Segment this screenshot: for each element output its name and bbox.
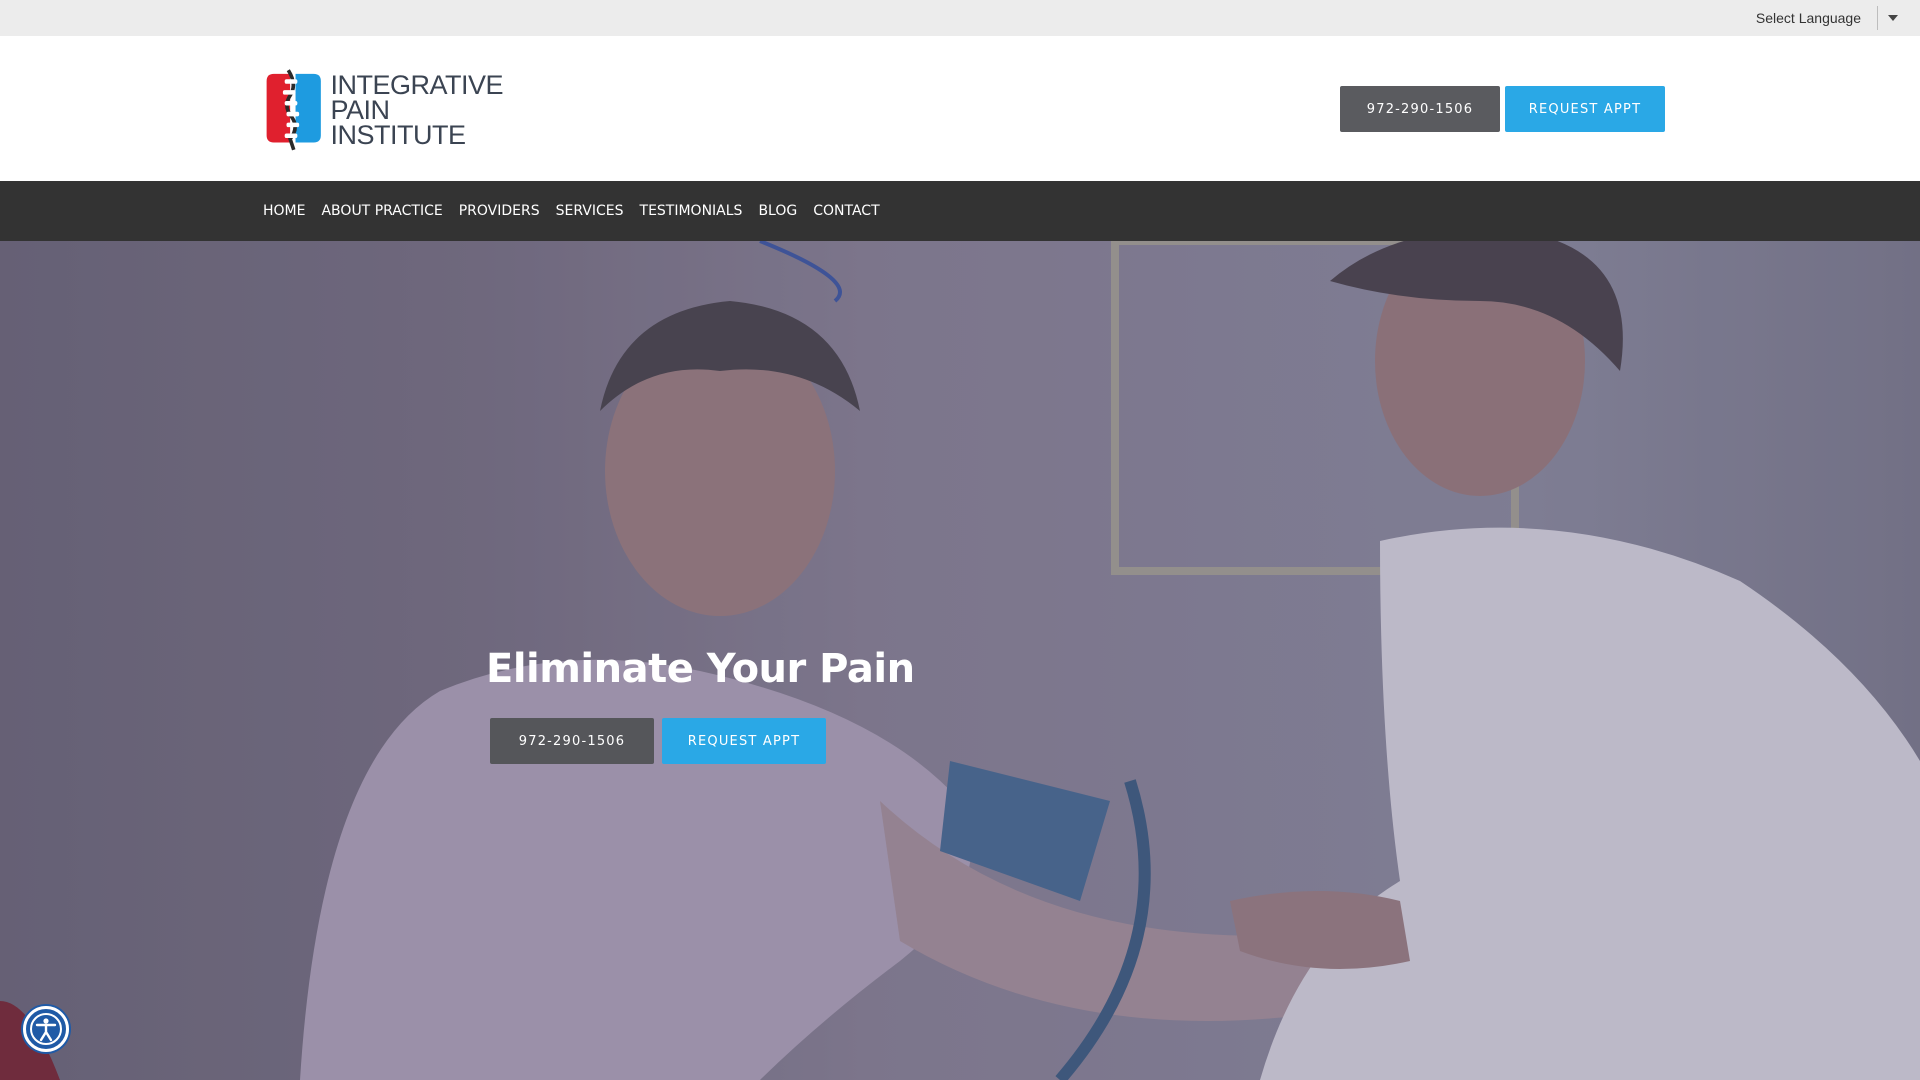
language-select[interactable]: Select Language <box>1756 0 1898 36</box>
nav-item-testimonials[interactable]: TESTIMONIALS <box>640 203 743 219</box>
nav-item-blog[interactable]: BLOG <box>758 203 797 219</box>
accessibility-icon <box>30 1013 62 1045</box>
site-logo[interactable]: INTEGRATIVE PAIN INSTITUTE <box>263 60 503 160</box>
logo-line-1: INTEGRATIVE <box>330 69 503 100</box>
language-select-divider <box>1877 6 1878 30</box>
hero-title: Eliminate Your Pain <box>486 646 915 692</box>
spine-logo-icon <box>266 69 321 151</box>
logo-wordmark: INTEGRATIVE PAIN INSTITUTE <box>330 69 503 150</box>
site-header: INTEGRATIVE PAIN INSTITUTE 972-290-1506 … <box>0 36 1920 181</box>
top-bar: Select Language <box>0 0 1920 36</box>
hero-overlay <box>0 241 1920 1080</box>
header-cta-group: 972-290-1506 REQUEST APPT <box>1340 86 1665 132</box>
nav-item-home[interactable]: HOME <box>263 203 305 219</box>
nav-item-contact[interactable]: CONTACT <box>813 203 879 219</box>
main-nav: HOME ABOUT PRACTICE PROVIDERS SERVICES T… <box>0 181 1920 241</box>
accessibility-button[interactable] <box>23 1006 69 1052</box>
hero-cta-group: 972-290-1506 REQUEST APPT <box>490 718 826 764</box>
hero-banner: Eliminate Your Pain 972-290-1506 REQUEST… <box>0 241 1920 1080</box>
hero-request-appt-button[interactable]: REQUEST APPT <box>662 718 826 764</box>
nav-item-about-practice[interactable]: ABOUT PRACTICE <box>321 203 442 219</box>
header-request-appt-button[interactable]: REQUEST APPT <box>1505 86 1665 132</box>
logo-line-3: INSTITUTE <box>330 119 466 150</box>
nav-item-services[interactable]: SERVICES <box>556 203 624 219</box>
nav-list: HOME ABOUT PRACTICE PROVIDERS SERVICES T… <box>263 181 880 241</box>
logo-line-2: PAIN <box>330 94 390 125</box>
header-phone-button[interactable]: 972-290-1506 <box>1340 86 1500 132</box>
chevron-down-icon[interactable] <box>1888 15 1898 21</box>
hero-phone-button[interactable]: 972-290-1506 <box>490 718 654 764</box>
language-select-label: Select Language <box>1755 10 1861 26</box>
nav-item-providers[interactable]: PROVIDERS <box>459 203 540 219</box>
